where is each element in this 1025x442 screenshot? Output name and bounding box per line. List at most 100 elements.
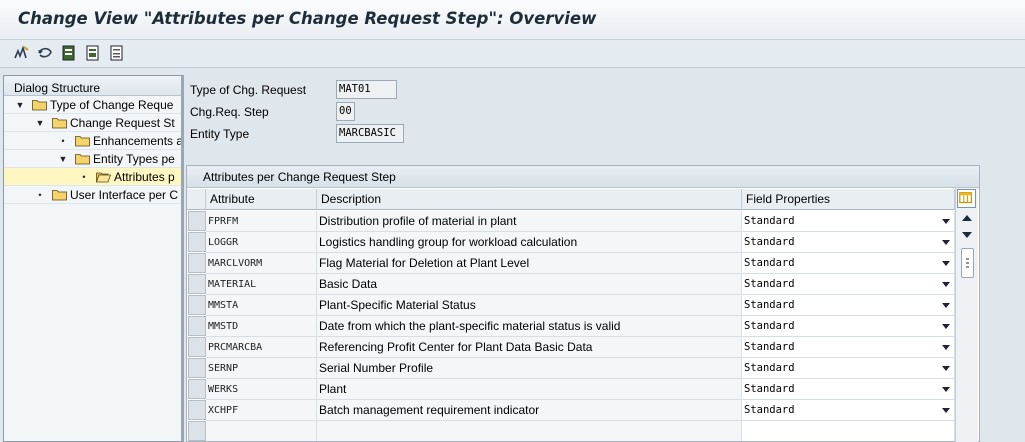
dropdown-arrow-icon[interactable] [942,387,950,392]
description-cell: Date from which the plant-specific mater… [317,316,742,337]
type-of-chg-request-field[interactable]: MAT01 [336,80,397,99]
field-properties-dropdown [742,421,955,441]
table-scrollbar[interactable] [955,188,978,442]
dropdown-arrow-icon[interactable] [942,366,950,371]
field-properties-value: Standard [744,278,795,290]
field-properties-dropdown[interactable]: Standard [742,337,955,358]
row-selector[interactable] [188,253,206,273]
chg-req-step-field[interactable]: 00 [336,102,355,121]
scroll-thumb[interactable] [961,248,974,278]
field-properties-dropdown[interactable]: Standard [742,232,955,253]
undo-button[interactable] [36,44,54,62]
field-properties-dropdown[interactable]: Standard [742,379,955,400]
expand-arrow-icon[interactable]: ▼ [14,96,26,114]
field-properties-dropdown[interactable]: Standard [742,211,955,232]
row-selector[interactable] [188,295,206,315]
column-header-field-properties[interactable]: Field Properties [742,189,955,210]
dropdown-arrow-icon[interactable] [942,345,950,350]
dropdown-arrow-icon[interactable] [942,282,950,287]
attribute-cell: SERNP [206,358,317,379]
dropdown-arrow-icon[interactable] [942,324,950,329]
description-cell: Plant [317,379,742,400]
attribute-cell: MARCLVORM [206,253,317,274]
entity-type-field[interactable]: MARCBASIC [336,124,404,143]
attributes-table: Attributes per Change Request Step Attri… [186,165,980,442]
column-header-description[interactable]: Description [317,189,742,210]
field-properties-dropdown[interactable]: Standard [742,358,955,379]
column-header-attribute[interactable]: Attribute [206,189,317,210]
tree-item-label: Enhancements a [93,134,184,148]
leaf-bullet-icon: • [61,136,65,146]
tree-item[interactable]: ▼ Entity Types pe [4,150,181,168]
dropdown-arrow-icon[interactable] [942,219,950,224]
field-properties-value: Standard [744,299,795,311]
folder-icon [52,117,67,129]
attribute-cell: MMSTA [206,295,317,316]
field-properties-dropdown[interactable]: Standard [742,400,955,421]
row-selector[interactable] [188,337,206,357]
row-selector[interactable] [188,400,206,420]
tree-item[interactable]: • Enhancements a [4,132,181,150]
row-selector[interactable] [188,232,206,252]
description-cell: Basic Data [317,274,742,295]
tree-item[interactable]: • User Interface per C [4,186,181,204]
dropdown-arrow-icon[interactable] [942,240,950,245]
row-selector[interactable] [188,421,206,441]
deselect-all-button[interactable] [108,44,126,62]
field-properties-value: Standard [744,215,795,227]
expand-arrow-icon[interactable]: ▼ [34,114,46,132]
field-properties-dropdown[interactable]: Standard [742,274,955,295]
expand-arrow-icon[interactable]: ▼ [57,150,69,168]
tree-item-label: User Interface per C [70,188,179,202]
select-all-icon [62,45,75,61]
row-selector[interactable] [188,211,206,231]
scroll-up-icon[interactable] [962,215,972,221]
attribute-cell: WERKS [206,379,317,400]
select-block-button[interactable] [84,44,102,62]
chg-req-step-label: Chg.Req. Step [190,105,269,119]
folder-icon [75,153,90,165]
field-properties-value: Standard [744,257,795,269]
tree-item[interactable]: ▼ Type of Change Reque [4,96,181,114]
description-cell: Distribution profile of material in plan… [317,211,742,232]
table-title: Attributes per Change Request Step [187,166,979,188]
row-selector[interactable] [188,358,206,378]
select-all-rows-corner[interactable] [187,189,206,210]
field-properties-dropdown[interactable]: Standard [742,316,955,337]
field-properties-dropdown[interactable]: Standard [742,295,955,316]
field-properties-dropdown[interactable]: Standard [742,253,955,274]
table-settings-button[interactable] [957,189,976,208]
select-all-button[interactable] [60,44,78,62]
dropdown-arrow-icon[interactable] [942,408,950,413]
row-selector[interactable] [188,379,206,399]
description-cell: Serial Number Profile [317,358,742,379]
page-title: Change View "Attributes per Change Reque… [18,9,597,28]
field-properties-value: Standard [744,320,795,332]
dialog-structure-header: Dialog Structure [4,76,181,96]
table-settings-icon [959,192,973,204]
field-properties-value: Standard [744,236,795,248]
dialog-structure-panel: Dialog Structure ▼ Type of Change Reque ▼ C… [3,75,184,442]
tree-item[interactable]: • Attributes p [4,168,181,186]
leaf-bullet-icon: • [38,190,42,200]
attribute-cell: MATERIAL [206,274,317,295]
dropdown-arrow-icon[interactable] [942,303,950,308]
attribute-cell [206,421,317,441]
description-cell [317,421,742,441]
row-selector[interactable] [188,316,206,336]
description-cell: Batch management requirement indicator [317,400,742,421]
application-toolbar [0,40,1025,68]
folder-open-icon [96,171,111,183]
display-change-button[interactable] [12,44,30,62]
attribute-cell: MMSTD [206,316,317,337]
scroll-down-icon[interactable] [962,232,972,238]
dropdown-arrow-icon[interactable] [942,261,950,266]
field-properties-value: Standard [744,341,795,353]
row-selector[interactable] [188,274,206,294]
title-bar: Change View "Attributes per Change Reque… [0,0,1025,40]
description-cell: Flag Material for Deletion at Plant Leve… [317,253,742,274]
description-cell: Referencing Profit Center for Plant Data… [317,337,742,358]
tree-item[interactable]: ▼ Change Request St [4,114,181,132]
field-properties-value: Standard [744,404,795,416]
tree-item-label: Type of Change Reque [50,98,174,112]
